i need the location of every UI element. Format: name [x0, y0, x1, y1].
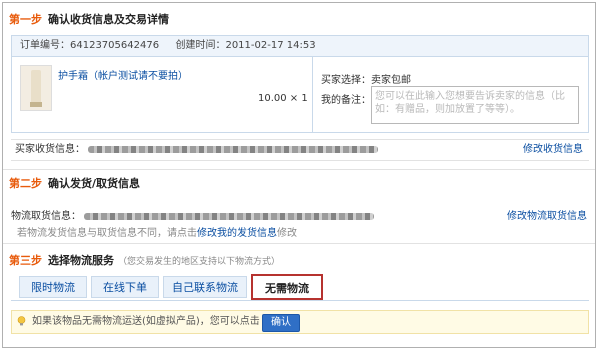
order-number: 64123705642476	[70, 40, 160, 51]
lightbulb-icon	[17, 316, 26, 326]
modify-address-link[interactable]: 修改收货信息	[523, 140, 583, 160]
redacted-logistics	[84, 212, 375, 220]
buyer-note-textarea[interactable]: 您可以在此输入您想要告诉卖家的信息（比如：有赠品，则加放置了等等）。	[371, 86, 579, 124]
buyer-cell: 买家选择：卖家包邮 我的备注： 您可以在此输入您想要告诉卖家的信息（比如：有赠品…	[313, 57, 589, 132]
buyer-address-row: 买家收货信息： 修改收货信息	[11, 139, 589, 161]
step2-header: 第二步 确认发货/取货信息	[9, 175, 140, 191]
product-thumbnail[interactable]	[20, 65, 52, 111]
step2-number: 第二步	[9, 177, 42, 190]
product-name-link[interactable]: 护手霜（帐户测试请不要拍）	[58, 67, 188, 82]
step1-header: 第一步 确认收货信息及交易详情	[9, 11, 169, 27]
tab-self-contact[interactable]: 自己联系物流	[163, 276, 247, 298]
step3-title: 选择物流服务	[48, 254, 114, 267]
tab-no-logistics[interactable]: 无需物流	[251, 274, 323, 300]
address-label: 买家收货信息：	[15, 144, 85, 155]
step3-header: 第三步 选择物流服务 （您交易发生的地区支持以下物流方式）	[9, 252, 280, 268]
step2-title: 确认发货/取货信息	[48, 177, 141, 190]
step1-title: 确认收货信息及交易详情	[48, 13, 169, 26]
step1-number: 第一步	[9, 13, 42, 26]
created-time: 2011-02-17 14:53	[225, 40, 316, 51]
product-cell: 护手霜（帐户测试请不要拍） 10.00 × 1	[12, 57, 313, 132]
step3-note: （您交易发生的地区支持以下物流方式）	[118, 257, 281, 267]
tab-online-order[interactable]: 在线下单	[91, 276, 159, 298]
logistics-label: 物流取货信息：	[11, 211, 81, 222]
modify-logistics-link[interactable]: 修改物流取货信息	[507, 207, 587, 222]
note-label: 我的备注：	[321, 95, 371, 106]
logistics-hint: 若物流发货信息与取货信息不同，请点击修改我的发货信息修改	[17, 228, 297, 239]
tab-time-limited[interactable]: 限时物流	[19, 276, 87, 298]
confirm-text: 如果该物品无需物流运送(如虚拟产品)，您可以点击	[32, 316, 260, 327]
order-detail-table: 护手霜（帐户测试请不要拍） 10.00 × 1 买家选择：卖家包邮 我的备注： …	[11, 57, 589, 133]
product-price-qty: 10.00 × 1	[258, 93, 308, 104]
step3-number: 第三步	[9, 254, 42, 267]
redacted-address	[88, 145, 379, 153]
shipping-choice: 买家选择：卖家包邮	[321, 75, 411, 86]
logistics-row: 物流取货信息： 修改物流取货信息	[11, 207, 589, 222]
created-label: 创建时间：	[175, 40, 226, 51]
delivery-form: 第一步 确认收货信息及交易详情 订单编号：64123705642476 创建时间：…	[2, 2, 596, 348]
order-number-label: 订单编号：	[20, 40, 70, 51]
order-info-bar: 订单编号：64123705642476 创建时间：2011-02-17 14:5…	[11, 35, 589, 57]
confirm-button[interactable]: 确认	[262, 314, 300, 332]
no-logistics-confirm-bar: 如果该物品无需物流运送(如虚拟产品)，您可以点击 确认	[11, 310, 589, 334]
modify-my-shipping-link[interactable]: 修改我的发货信息	[197, 228, 277, 239]
